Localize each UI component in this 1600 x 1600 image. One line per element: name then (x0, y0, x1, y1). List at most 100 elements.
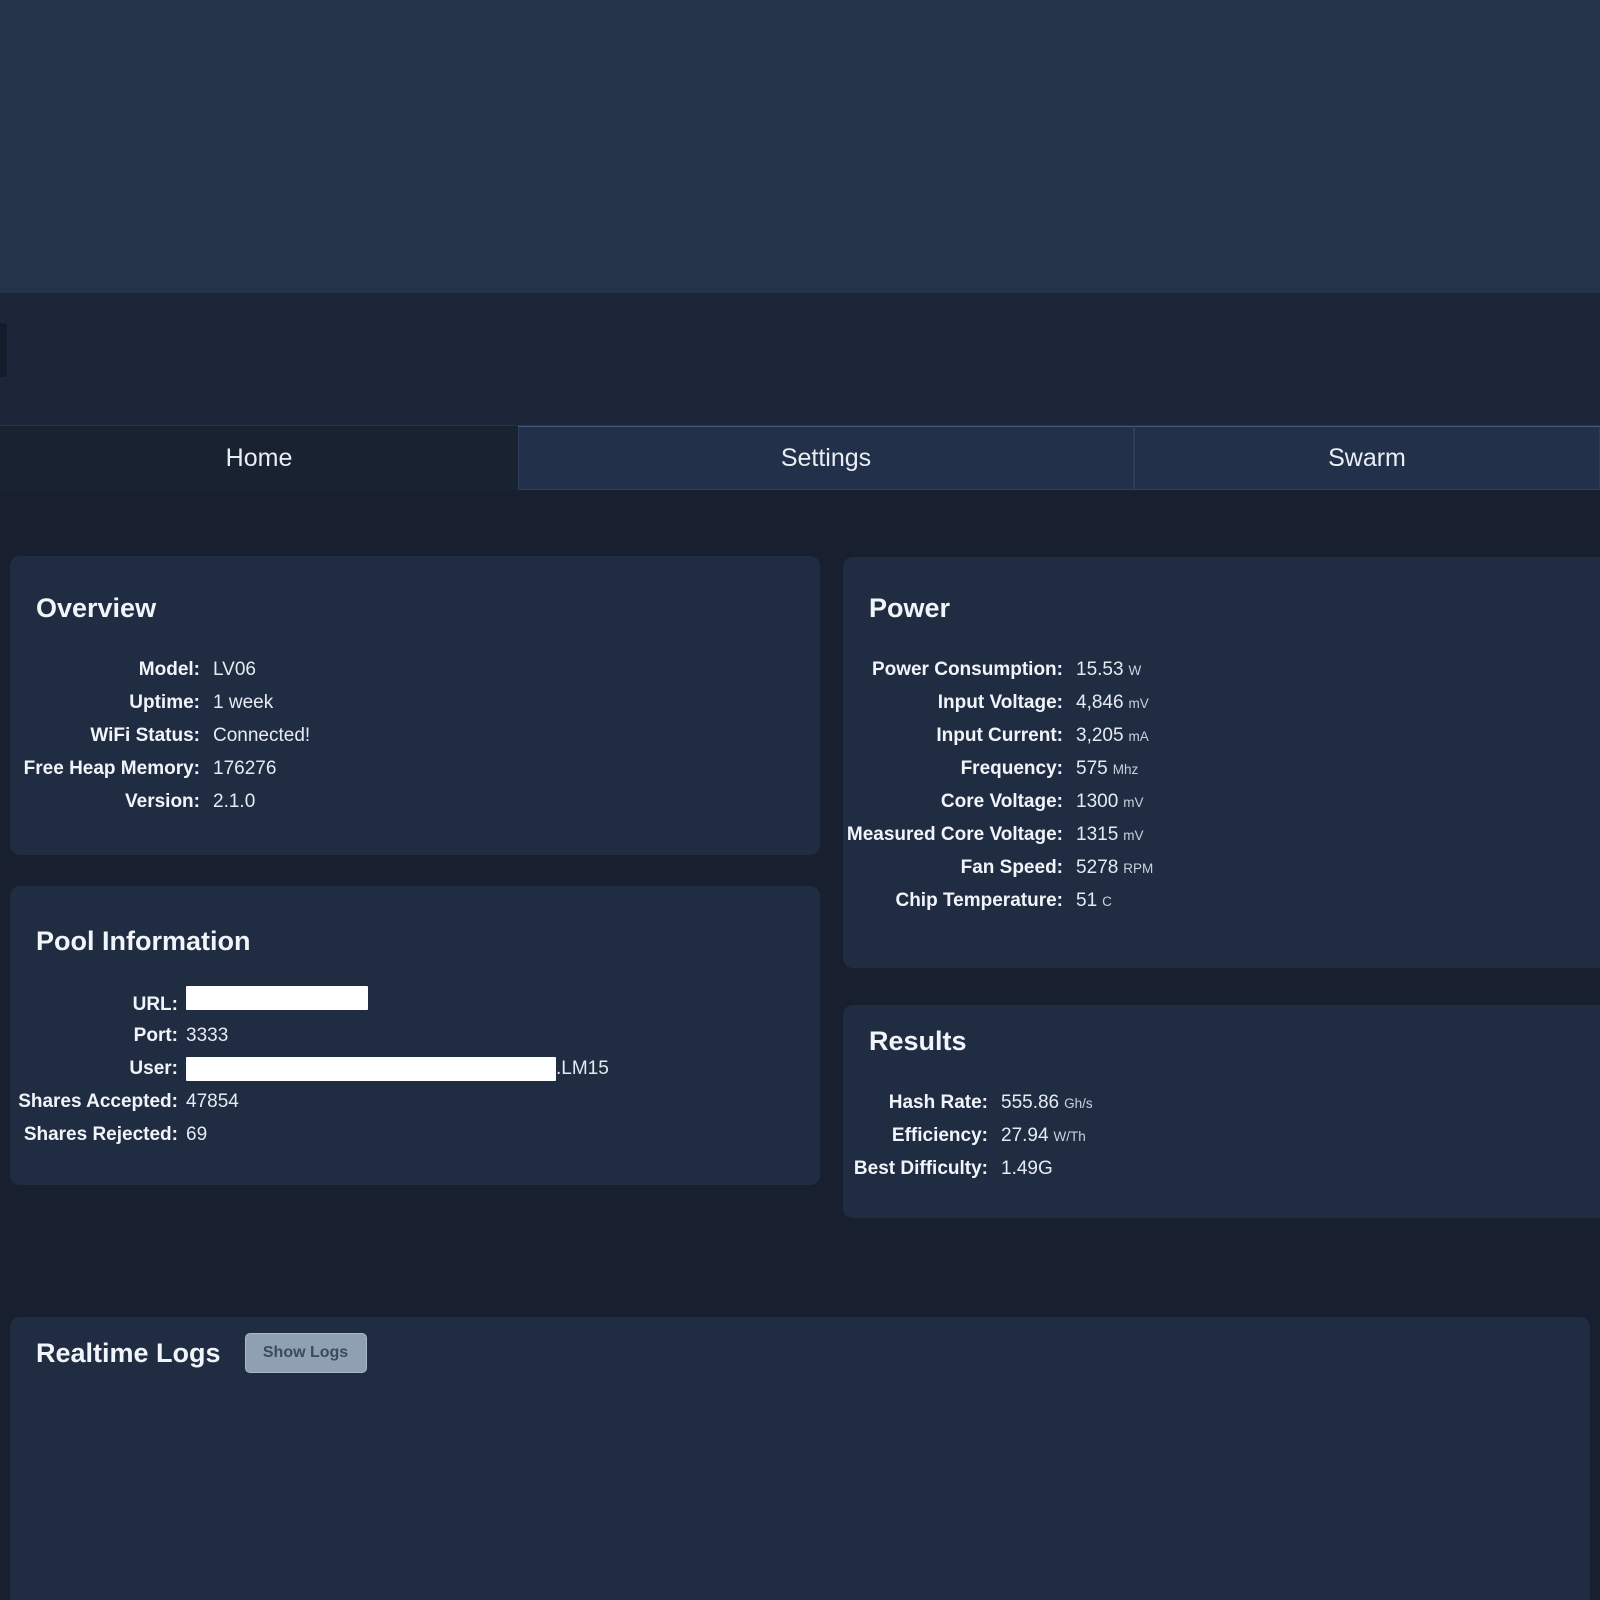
value-unit: Gh/s (1064, 1096, 1093, 1111)
stat-row: Input Voltage: 4,846 mV (843, 686, 1600, 719)
tab-settings[interactable]: Settings (518, 426, 1134, 490)
value-unit: W (1128, 663, 1142, 678)
stat-label: Model: (138, 659, 200, 680)
stat-row: Shares Accepted: 47854 (10, 1085, 820, 1118)
value-text: 3333 (186, 1025, 229, 1046)
power-stats: Power Consumption: 15.53 W Input Voltage: 4,… (843, 653, 1600, 917)
value-text: 1315 (1076, 824, 1119, 845)
value-text: 1 week (213, 692, 274, 713)
power-card-title: Power (869, 593, 951, 623)
stat-value: 51 C (1076, 884, 1112, 918)
stat-row: WiFi Status: Connected! (10, 719, 820, 752)
tab-swarm[interactable]: Swarm (1134, 426, 1600, 490)
value-text: 1.49G (1001, 1158, 1053, 1179)
results-card-title: Results (869, 1026, 967, 1056)
value-unit: mV (1123, 795, 1144, 810)
stat-row: Free Heap Memory: 176276 (10, 752, 820, 785)
show-logs-button[interactable]: Show Logs (244, 1333, 367, 1373)
stat-value: 27.94 W/Th (1001, 1119, 1086, 1153)
stat-label: URL: (132, 994, 178, 1015)
value-unit: W/Th (1053, 1129, 1086, 1144)
stat-row: Model: LV06 (10, 653, 820, 686)
stat-label: Input Voltage: (937, 692, 1063, 713)
stat-value: 47854 (186, 1085, 239, 1118)
redacted-value-block (186, 1056, 556, 1081)
value-unit: C (1102, 894, 1112, 909)
stat-row: Chip Temperature: 51 C (843, 884, 1600, 917)
stat-value: 5278 RPM (1076, 851, 1153, 885)
stat-label: Hash Rate: (888, 1092, 988, 1113)
stat-value: 575 Mhz (1076, 752, 1138, 786)
stat-row: Best Difficulty: 1.49G (843, 1152, 1600, 1185)
miner-dashboard: Home Settings Swarm Overview Model: LV06 U… (0, 0, 1600, 1600)
stat-value: 1 week (213, 686, 273, 719)
stat-value: 555.86 Gh/s (1001, 1086, 1093, 1120)
value-text: 69 (186, 1124, 208, 1145)
stat-row: Frequency: 575 Mhz (843, 752, 1600, 785)
top-hero-area (0, 0, 1600, 293)
stat-value: Connected! (213, 719, 310, 752)
value-text: Connected! (213, 725, 311, 746)
stat-label: Core Voltage: (940, 791, 1063, 812)
stat-value: 4,846 mV (1076, 686, 1149, 720)
stat-value: 15.53 W (1076, 653, 1141, 687)
stat-label: User: (129, 1058, 178, 1079)
stat-row: Hash Rate: 555.86 Gh/s (843, 1086, 1600, 1119)
value-text: LV06 (213, 659, 256, 680)
value-unit: mA (1128, 729, 1149, 744)
stat-label: Version: (125, 791, 200, 812)
stat-row: Efficiency: 27.94 W/Th (843, 1119, 1600, 1152)
stat-row: Fan Speed: 5278 RPM (843, 851, 1600, 884)
value-unit: RPM (1123, 861, 1154, 876)
stat-row: Port: 3333 (10, 1019, 820, 1052)
value-unit: Mhz (1112, 762, 1139, 777)
value-unit: mV (1128, 696, 1149, 711)
stat-value: 176276 (213, 752, 276, 785)
stat-row: Power Consumption: 15.53 W (843, 653, 1600, 686)
stat-value: LV06 (213, 653, 256, 686)
stat-label: Free Heap Memory: (23, 758, 200, 779)
results-card: Results Hash Rate: 555.86 Gh/s Efficiency: 2… (843, 1005, 1600, 1218)
value-text: 1300 (1076, 791, 1119, 812)
value-suffix: .LM15 (556, 1058, 609, 1079)
stat-value: 1.49G (1001, 1152, 1053, 1185)
value-text: 27.94 (1001, 1125, 1049, 1146)
value-text: 5278 (1076, 857, 1119, 878)
value-text: 555.86 (1001, 1092, 1060, 1113)
stat-label: Best Difficulty: (853, 1158, 988, 1179)
header-bar (0, 293, 1600, 425)
stat-label: Port: (133, 1025, 178, 1046)
stat-label: Power Consumption: (871, 659, 1063, 680)
pool-information-card: Pool Information URL: Port: 3333 User: .LM15… (10, 886, 820, 1185)
power-card: Power Power Consumption: 15.53 W Input Volt… (843, 557, 1600, 968)
stat-row: User: .LM15 (10, 1052, 820, 1085)
redacted-value-block (186, 986, 368, 1010)
stat-value: 1315 mV (1076, 818, 1144, 852)
stat-row: Measured Core Voltage: 1315 mV (843, 818, 1600, 851)
value-text: 15.53 (1076, 659, 1124, 680)
overview-stats: Model: LV06 Uptime: 1 week WiFi Status: Conne… (10, 653, 820, 818)
stat-row: Version: 2.1.0 (10, 785, 820, 818)
stat-row: URL: (10, 986, 820, 1019)
overview-card-title: Overview (36, 593, 157, 623)
stat-label: Shares Accepted: (18, 1091, 178, 1112)
stat-label: Chip Temperature: (895, 890, 1063, 911)
stat-label: Fan Speed: (960, 857, 1063, 878)
stat-value: 3333 (186, 1019, 228, 1052)
stat-row: Shares Rejected: 69 (10, 1118, 820, 1151)
value-text: 47854 (186, 1091, 239, 1112)
realtime-logs-header: Realtime Logs Show Logs (10, 1317, 1590, 1373)
realtime-logs-card: Realtime Logs Show Logs (10, 1317, 1590, 1600)
value-text: 3,205 (1076, 725, 1124, 746)
value-unit: mV (1123, 828, 1144, 843)
pool-stats: URL: Port: 3333 User: .LM15 Shares Accepted: 4… (10, 986, 820, 1151)
stat-label: Shares Rejected: (23, 1124, 178, 1145)
left-edge-notch (0, 323, 7, 377)
stat-value: 69 (186, 1118, 207, 1151)
value-text: 575 (1076, 758, 1108, 779)
stat-label: Measured Core Voltage: (846, 824, 1063, 845)
stat-label: Uptime: (129, 692, 200, 713)
value-text: 51 (1076, 890, 1098, 911)
tab-home[interactable]: Home (0, 426, 518, 490)
value-text: 2.1.0 (213, 791, 256, 812)
